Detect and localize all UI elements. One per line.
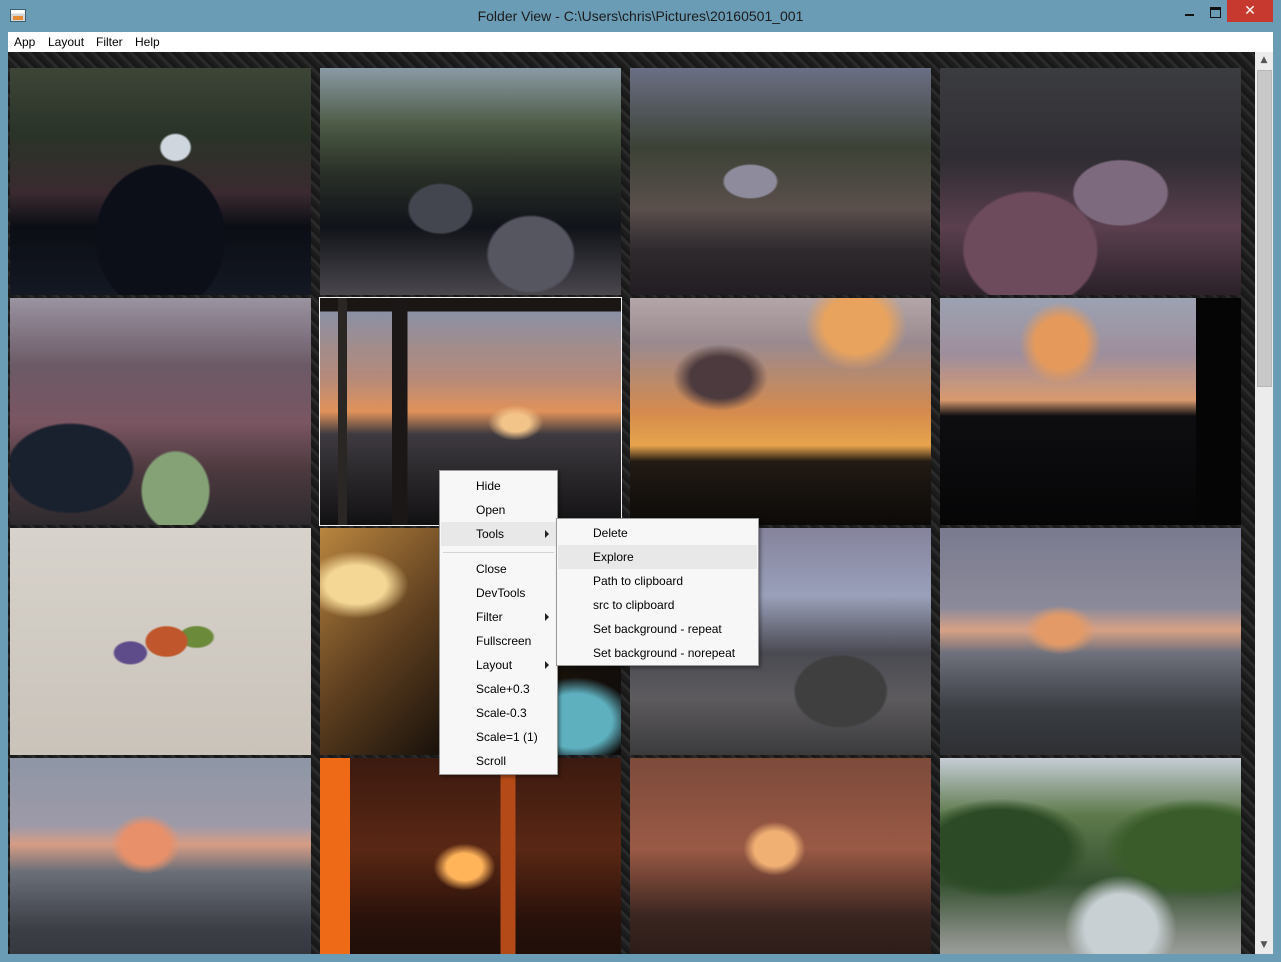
thumbnail-park-path-trees[interactable] (630, 68, 931, 295)
thumbnail-park-creek-ferns[interactable] (10, 298, 311, 525)
thumbnail-street-foggy-sunrise[interactable] (940, 528, 1241, 755)
scrollbar-thumb[interactable] (1257, 70, 1272, 387)
menu-filter[interactable]: Filter (96, 35, 123, 49)
submenu-arrow-icon (545, 530, 549, 538)
thumbnail-sunset-clouds-dark[interactable] (940, 298, 1241, 525)
thumbnail-grid (8, 52, 1255, 954)
close-window-button[interactable]: ✕ (1227, 0, 1273, 22)
context-menu-close[interactable]: Close (441, 557, 556, 581)
thumbnail-sunset-clouds-silhouette[interactable] (630, 298, 931, 525)
tools-src-to-clipboard[interactable]: src to clipboard (558, 593, 757, 617)
submenu-arrow-icon (545, 613, 549, 621)
context-menu-tools[interactable]: Tools (441, 522, 556, 546)
context-menu: Hide Open Tools Close DevTools Filter Fu… (439, 470, 558, 775)
thumbnail-park-stepping-stones-pond[interactable] (320, 68, 621, 295)
app-window: Folder View - C:\Users\chris\Pictures\20… (0, 0, 1281, 962)
context-menu-filter[interactable]: Filter (441, 605, 556, 629)
context-menu-open[interactable]: Open (441, 498, 556, 522)
thumbnail-park-red-leaves-creek[interactable] (940, 68, 1241, 295)
submenu-arrow-icon (545, 661, 549, 669)
context-menu-scroll[interactable]: Scroll (441, 749, 556, 773)
tools-set-background-norepeat[interactable]: Set background - norepeat (558, 641, 757, 665)
tools-submenu: Delete Explore Path to clipboard src to … (556, 518, 759, 666)
thumbnail-orange-room-window[interactable] (320, 758, 621, 954)
context-menu-scale-reset[interactable]: Scale=1 (1) (441, 725, 556, 749)
tools-explore[interactable]: Explore (558, 545, 757, 569)
context-menu-fullscreen[interactable]: Fullscreen (441, 629, 556, 653)
scroll-down-icon[interactable]: ▼ (1255, 937, 1273, 954)
menu-separator (443, 552, 554, 553)
menu-app[interactable]: App (14, 35, 35, 49)
thumbnail-room-window-light[interactable] (630, 758, 931, 954)
tools-delete[interactable]: Delete (558, 521, 757, 545)
context-menu-scale-minus[interactable]: Scale-0.3 (441, 701, 556, 725)
context-menu-scale-plus[interactable]: Scale+0.3 (441, 677, 556, 701)
menu-layout[interactable]: Layout (48, 35, 84, 49)
thumbnail-street-sunrise-fog[interactable] (10, 758, 311, 954)
menu-help[interactable]: Help (135, 35, 160, 49)
tools-path-to-clipboard[interactable]: Path to clipboard (558, 569, 757, 593)
scroll-up-icon[interactable]: ▲ (1255, 52, 1273, 69)
tools-set-background-repeat[interactable]: Set background - repeat (558, 617, 757, 641)
context-menu-layout[interactable]: Layout (441, 653, 556, 677)
thumbnail-river-rocks-forest[interactable] (940, 758, 1241, 954)
thumbnail-park-pond-waterfall[interactable] (10, 68, 311, 295)
thumbnail-drawing-abstract-sketch[interactable] (10, 528, 311, 755)
title-bar[interactable]: Folder View - C:\Users\chris\Pictures\20… (0, 0, 1281, 32)
context-menu-hide[interactable]: Hide (441, 474, 556, 498)
maximize-button[interactable] (1200, 0, 1230, 22)
menu-bar: App Layout Filter Help (8, 32, 1273, 52)
vertical-scrollbar[interactable]: ▲ ▼ (1255, 52, 1273, 954)
context-menu-devtools[interactable]: DevTools (441, 581, 556, 605)
window-title: Folder View - C:\Users\chris\Pictures\20… (477, 8, 804, 24)
